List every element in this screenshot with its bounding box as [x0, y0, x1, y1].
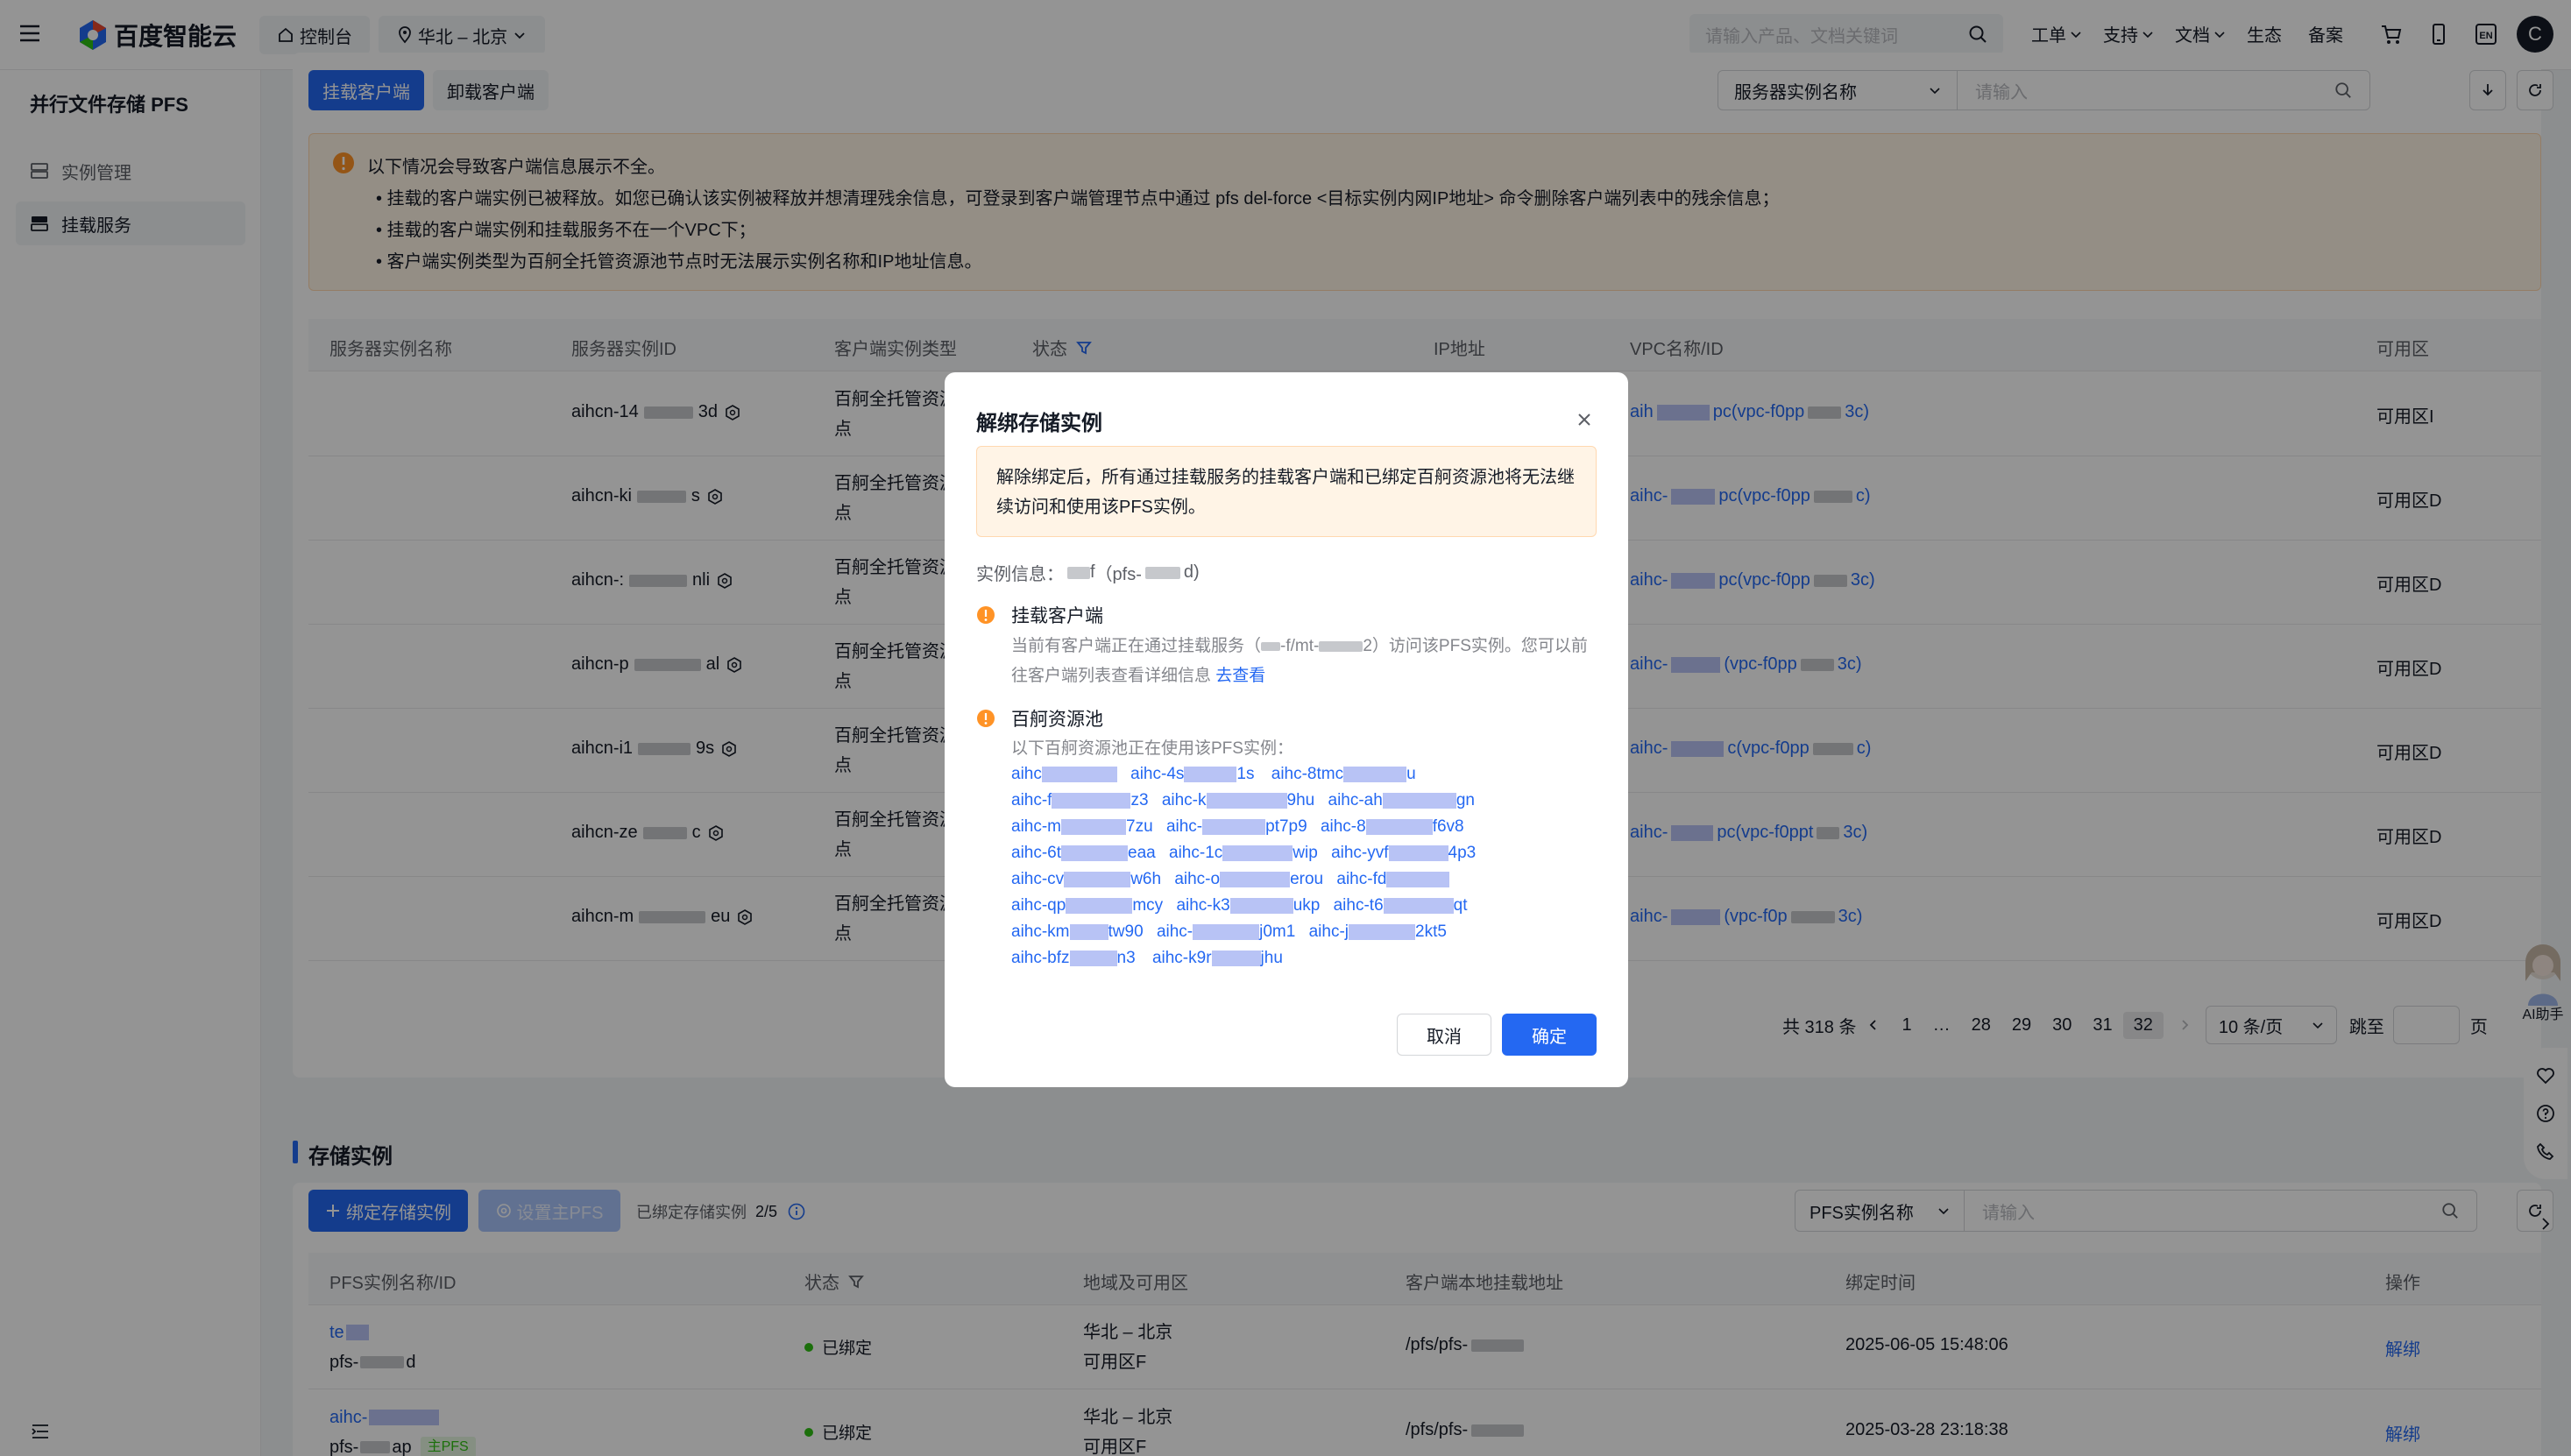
redacted-block [1041, 766, 1117, 782]
pool-link[interactable]: u [1406, 765, 1416, 783]
pool-link[interactable]: 2kt5 [1415, 922, 1447, 941]
cancel-button[interactable]: 取消 [1397, 1014, 1491, 1056]
pool-row: aihc-m 7zu aihc-pt7p9 aihc-8 f6v8 [1011, 814, 1590, 840]
pool-link[interactable]: aihc- [1166, 817, 1202, 836]
redacted-block [1365, 818, 1433, 835]
redacted-block [1319, 640, 1363, 652]
pool-link[interactable]: aihc-yvf [1331, 844, 1388, 862]
dialog-title: 解绑存储实例 [976, 412, 1102, 435]
pool-link[interactable]: mcy [1132, 896, 1163, 915]
pool-link[interactable]: qt [1454, 896, 1468, 915]
pool-link[interactable]: aihc-1c [1169, 844, 1222, 862]
redacted-block [1386, 871, 1450, 887]
resource-pool-section-title: 百舸资源池 [1011, 710, 1103, 730]
redacted-block [1222, 845, 1293, 861]
pool-link[interactable]: aihc-j [1309, 922, 1349, 941]
pool-row: aihc aihc-4s 1s aihc-8tmc u [1011, 761, 1590, 788]
pool-link[interactable]: aihc-k3 [1176, 896, 1229, 915]
warning-icon [976, 709, 995, 728]
pool-link[interactable]: aihc-6t [1011, 844, 1061, 862]
go-view-link[interactable]: 去查看 [1215, 667, 1265, 685]
pool-link[interactable]: f6v8 [1433, 817, 1464, 836]
pool-link[interactable]: ukp [1293, 896, 1321, 915]
pool-link[interactable]: aihc-k9r [1152, 949, 1212, 967]
pool-link[interactable]: w6h [1130, 870, 1161, 888]
redacted-block [1064, 871, 1131, 887]
pool-link[interactable]: n3 [1117, 949, 1136, 967]
pool-link[interactable]: aihc-k [1162, 791, 1207, 809]
redacted-block [1388, 845, 1448, 861]
pool-link[interactable]: aihc-8 [1321, 817, 1366, 836]
redacted-block [1184, 766, 1237, 782]
pool-link[interactable]: aihc-f [1011, 791, 1052, 809]
pool-row: aihc-qp mcy aihc-k3 ukp aihc-t6 qt [1011, 893, 1590, 919]
pool-row: aihc-km tw90 aihc-j0m1 aihc-j 2kt5 [1011, 919, 1590, 945]
redacted-block [1220, 871, 1291, 887]
redacted-block [1211, 950, 1261, 966]
redacted-block [1229, 897, 1293, 914]
mount-client-section-title: 挂载客户端 [1011, 606, 1103, 626]
pool-link[interactable]: gn [1456, 791, 1475, 809]
pool-row: aihc-6t eaa aihc-1c wip aihc-yvf 4p3 [1011, 840, 1590, 866]
pool-link[interactable]: 1s [1236, 765, 1254, 783]
mount-client-desc-a: 当前有客户端正在通过挂载服务（ [1011, 637, 1262, 655]
pool-link[interactable]: aihc-t6 [1334, 896, 1384, 915]
pool-row: aihc-bfz n3 aihc-k9r jhu [1011, 945, 1590, 972]
dialog-warning: 解除绑定后，所有通过挂载服务的挂载客户端和已绑定百舸资源池将无法继续访问和使用该… [976, 446, 1597, 537]
pool-link[interactable]: aihc-qp [1011, 896, 1066, 915]
instance-id-tail: d) [1183, 562, 1200, 582]
pool-link[interactable]: aihc-4s [1130, 765, 1184, 783]
pool-link[interactable]: aihc-8tmc [1271, 765, 1343, 783]
pool-link[interactable]: aihc-fd [1336, 870, 1386, 888]
redacted-block [1383, 897, 1454, 914]
redacted-block [1343, 766, 1407, 782]
pool-link[interactable]: erou [1290, 870, 1323, 888]
pool-link[interactable]: aihc-m [1011, 817, 1061, 836]
pool-row: aihc-cv w6h aihc-o erou aihc-fd [1011, 866, 1590, 893]
instance-id: （pfs- [1094, 565, 1142, 584]
pool-link[interactable]: wip [1293, 844, 1318, 862]
instance-info: 实例信息： f （pfs- d) [976, 560, 1200, 585]
pool-link[interactable]: jhu [1261, 949, 1283, 967]
redacted-block [1193, 923, 1260, 940]
redacted-block [1382, 792, 1456, 809]
pool-link[interactable]: tw90 [1108, 922, 1144, 941]
pool-link[interactable]: aihc-cv [1011, 870, 1064, 888]
redacted-block [1261, 641, 1281, 651]
pool-link[interactable]: aihc-o [1174, 870, 1220, 888]
redacted-block [1206, 792, 1287, 809]
pool-link[interactable]: j0m1 [1259, 922, 1295, 941]
pool-row: aihc-f z3 aihc-k 9hu aihc-ah gn [1011, 788, 1590, 814]
redacted-block [1066, 897, 1133, 914]
unbind-dialog: 解绑存储实例 解除绑定后，所有通过挂载服务的挂载客户端和已绑定百舸资源池将无法继… [945, 372, 1628, 1087]
pool-link[interactable]: eaa [1128, 844, 1156, 862]
confirm-button[interactable]: 确定 [1502, 1014, 1597, 1056]
redacted-block [1349, 923, 1415, 940]
redacted-block [1067, 566, 1090, 579]
pool-link[interactable]: 7zu [1126, 817, 1153, 836]
redacted-block [1052, 792, 1131, 809]
pool-link[interactable]: aihc- [1157, 922, 1193, 941]
redacted-block [1069, 950, 1117, 966]
instance-info-label: 实例信息： [976, 565, 1064, 584]
redacted-block [1069, 923, 1108, 940]
mount-client-desc-b: -f/mt- [1280, 637, 1320, 655]
redacted-block [1202, 818, 1266, 835]
pool-link[interactable]: 4p3 [1448, 844, 1477, 862]
redacted-block [1061, 845, 1129, 861]
warning-icon [976, 605, 995, 625]
pool-link[interactable]: aihc-ah [1328, 791, 1383, 809]
redacted-block [1061, 818, 1127, 835]
pool-link[interactable]: aihc-km [1011, 922, 1070, 941]
pool-link[interactable]: z3 [1130, 791, 1148, 809]
close-icon[interactable] [1576, 411, 1593, 428]
pool-link[interactable]: 9hu [1287, 791, 1315, 809]
pool-link[interactable]: aihc-bfz [1011, 949, 1070, 967]
resource-pool-desc: 以下百舸资源池正在使用该PFS实例： [1011, 739, 1293, 758]
redacted-block [1144, 566, 1180, 579]
pool-link[interactable]: pt7p9 [1265, 817, 1307, 836]
mount-client-desc: 当前有客户端正在通过挂载服务（ -f/mt- 2）访问该PFS实例。您可以前往客户端… [1011, 632, 1590, 691]
pool-link[interactable]: aihc [1011, 765, 1042, 783]
resource-pool-list: aihc aihc-4s 1s aihc-8tmc u aihc-f z3 aihc-… [1011, 761, 1590, 972]
